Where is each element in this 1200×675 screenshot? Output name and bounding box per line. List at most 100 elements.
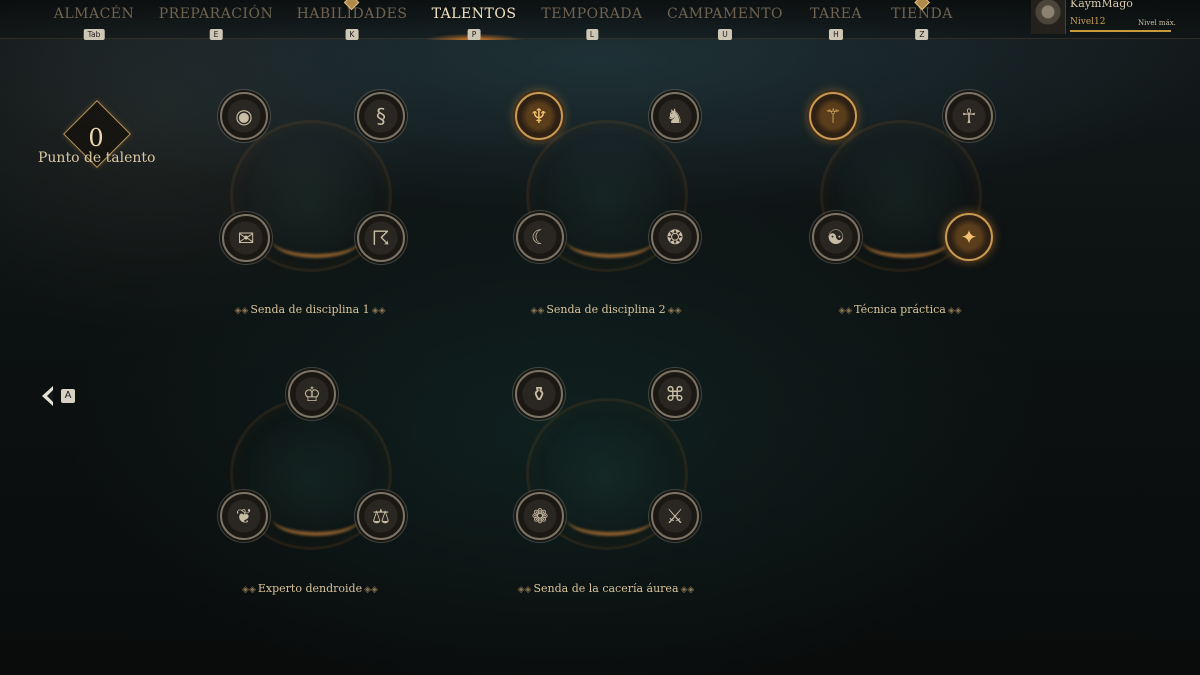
scales-icon: ⚖: [372, 504, 390, 528]
talent-group-caceria-aurea: ⚱ ⌘ ❁ ⚔ ◈◈ Senda de la cacería áurea ◈◈: [486, 358, 726, 598]
talent-node-serpent[interactable]: §: [357, 92, 405, 140]
ornament-icon: ◈◈: [667, 306, 682, 316]
tab-label: CAMPAMENTO: [666, 6, 784, 22]
eye-icon: ◉: [235, 104, 253, 128]
hotkey-badge: U: [718, 29, 732, 40]
avatar: [1031, 0, 1066, 34]
talent-points-counter: 0 Punto de talento: [38, 100, 156, 184]
talent-points-value: 0: [88, 124, 104, 152]
tab-label: TALENTOS: [431, 6, 517, 22]
masked-face-icon: ♔: [303, 382, 321, 406]
player-level: Nivel12: [1070, 17, 1106, 27]
talent-node-figure[interactable]: ☥: [945, 92, 993, 140]
talent-node-scales[interactable]: ⚖: [357, 492, 405, 540]
connection-arc: [272, 222, 360, 258]
ornament-icon: ◈◈: [530, 306, 545, 316]
group-title-text: Senda de disciplina 1: [250, 303, 370, 316]
talent-node-warrior-staff[interactable]: ⚚: [809, 92, 857, 140]
talent-group-disciplina-1: ◉ § ✉ ☈ ◈◈ Senda de disciplina 1 ◈◈: [190, 80, 430, 320]
tab-tarea[interactable]: TAREA H: [810, 6, 862, 41]
talent-group-disciplina-2: ♆ ♞ ☾ ❂ ◈◈ Senda de disciplina 2 ◈◈: [486, 80, 726, 320]
talent-group-title: ◈◈ Senda de la cacería áurea ◈◈: [486, 582, 726, 595]
meditation-icon: ☯: [827, 225, 845, 249]
knot-icon: ⌘: [665, 382, 685, 406]
dash-strike-icon: ✦: [960, 225, 978, 249]
talent-group-experto-dendroide: ♔ ❦ ⚖ ◈◈ Experto dendroide ◈◈: [190, 358, 430, 598]
hotkey-badge: Z: [915, 29, 929, 40]
talent-node-meditating-figure[interactable]: ♆: [515, 92, 563, 140]
talent-node-masked-face[interactable]: ♔: [288, 370, 336, 418]
connection-arc: [272, 500, 360, 536]
feather-icon: ☾: [531, 225, 549, 249]
group-title-text: Senda de la cacería áurea: [533, 582, 679, 595]
figure-icon: ☥: [961, 104, 977, 128]
chevron-left-icon: [42, 386, 53, 406]
player-profile[interactable]: KaymMago Nivel12 Nivel máx.: [1030, 0, 1200, 36]
connection-arc: [566, 222, 654, 258]
sealed-vial-icon: ⚱: [530, 382, 548, 406]
ornament-icon: ◈◈: [364, 585, 378, 595]
hotkey-badge: E: [209, 29, 223, 40]
tab-label: ALMACÉN: [53, 6, 135, 22]
tab-talentos[interactable]: TALENTOS P: [432, 6, 517, 41]
talent-node-dash-strike[interactable]: ✦: [945, 213, 993, 261]
talent-group-title: ◈◈ Senda de disciplina 1 ◈◈: [190, 303, 430, 316]
talent-node-serpent-rider[interactable]: ♞: [651, 92, 699, 140]
tab-almacen[interactable]: ALMACÉN Tab: [54, 6, 135, 41]
connection-arc: [862, 222, 950, 258]
hotkey-badge: P: [467, 29, 481, 40]
ornament-icon: ◈◈: [947, 306, 962, 316]
talent-node-beast-head[interactable]: ❂: [651, 213, 699, 261]
talent-group-title: ◈◈ Senda de disciplina 2 ◈◈: [486, 303, 726, 316]
ornament-icon: ◈◈: [371, 306, 386, 316]
talent-node-sealed-vial[interactable]: ⚱: [515, 370, 563, 418]
serpent-rider-icon: ♞: [666, 104, 684, 128]
talent-node-knot[interactable]: ⌘: [651, 370, 699, 418]
serpent-icon: §: [376, 104, 386, 128]
ornament-icon: ◈◈: [234, 306, 249, 316]
talent-node-scroll[interactable]: ✉: [222, 214, 270, 262]
talent-node-leaf-flame[interactable]: ❦: [220, 492, 268, 540]
group-title-text: Técnica práctica: [854, 303, 946, 316]
meditating-figure-icon: ♆: [530, 104, 548, 128]
tab-temporada[interactable]: TEMPORADA L: [541, 6, 642, 41]
group-title-text: Experto dendroide: [257, 582, 363, 595]
hotkey-badge: K: [345, 29, 359, 40]
tab-habilidades[interactable]: HABILIDADES K: [297, 0, 408, 41]
beast-head-icon: ❂: [666, 225, 684, 249]
tab-tienda[interactable]: TIENDA Z: [891, 0, 953, 41]
tab-label: TAREA: [809, 6, 863, 22]
tab-label: TEMPORADA: [541, 6, 643, 22]
talent-node-feather[interactable]: ☾: [516, 213, 564, 261]
talent-points-label: Punto de talento: [38, 150, 156, 166]
hotkey-badge: A: [61, 389, 75, 403]
talent-node-eye[interactable]: ◉: [220, 92, 268, 140]
talent-node-blades[interactable]: ⚔: [651, 492, 699, 540]
hotkey-badge: H: [829, 29, 843, 40]
tab-label: PREPARACIÓN: [158, 6, 274, 22]
max-level-note: Nivel máx.: [1138, 19, 1176, 27]
talent-node-meditation[interactable]: ☯: [812, 213, 860, 261]
back-button[interactable]: A: [40, 386, 80, 408]
connection-arc: [566, 500, 654, 536]
leaf-flame-icon: ❦: [235, 504, 253, 528]
talent-node-runner[interactable]: ☈: [357, 214, 405, 262]
hotkey-badge: L: [585, 29, 599, 40]
talent-group-title: ◈◈ Técnica práctica ◈◈: [780, 303, 1020, 316]
group-title-text: Senda de disciplina 2: [546, 303, 666, 316]
scroll-icon: ✉: [237, 226, 255, 250]
warrior-staff-icon: ⚚: [824, 104, 842, 128]
ornament-icon: ◈◈: [838, 306, 853, 316]
tab-campamento[interactable]: CAMPAMENTO U: [667, 6, 783, 41]
tab-preparacion[interactable]: PREPARACIÓN E: [159, 6, 274, 41]
top-nav-bar: ALMACÉN Tab PREPARACIÓN E HABILIDADES K …: [0, 0, 1200, 41]
talent-group-title: ◈◈ Experto dendroide ◈◈: [190, 582, 430, 595]
talent-node-shell[interactable]: ❁: [516, 492, 564, 540]
hotkey-badge: Tab: [83, 29, 105, 40]
blades-icon: ⚔: [666, 504, 684, 528]
ornament-icon: ◈◈: [680, 585, 695, 595]
player-name: KaymMago: [1070, 0, 1133, 10]
shell-icon: ❁: [531, 504, 549, 528]
talent-group-tecnica-practica: ⚚ ☥ ☯ ✦ ◈◈ Técnica práctica ◈◈: [780, 80, 1020, 320]
ornament-icon: ◈◈: [242, 585, 256, 595]
